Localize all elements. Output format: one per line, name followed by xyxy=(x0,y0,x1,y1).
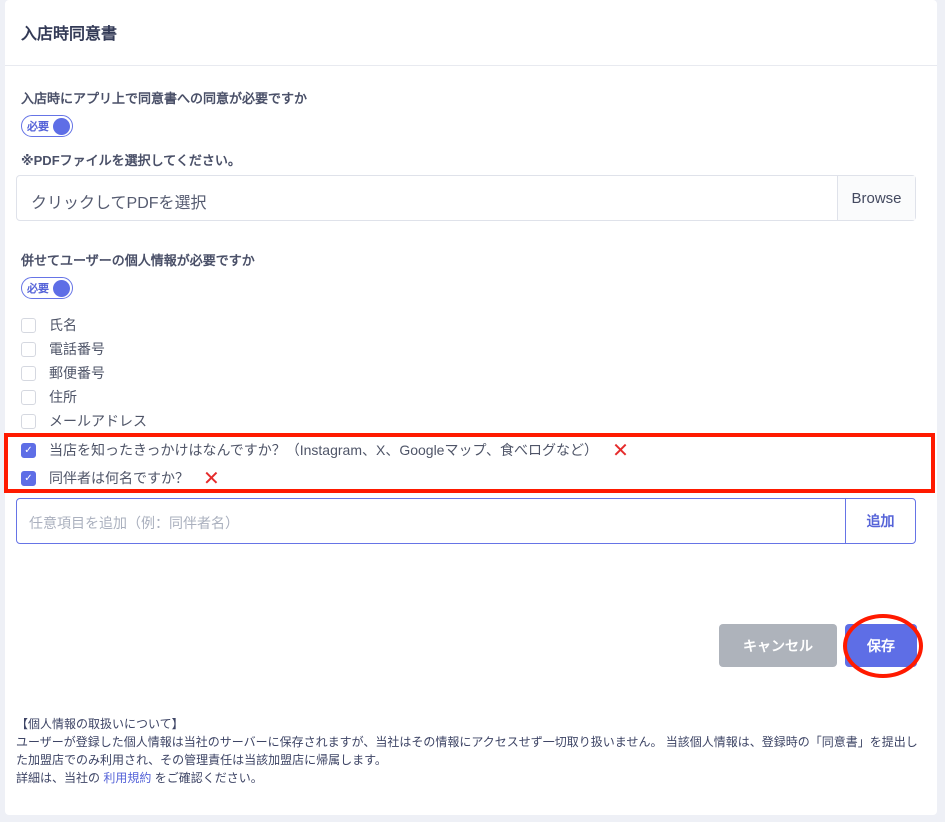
terms-link[interactable]: 利用規約 xyxy=(103,771,151,785)
checkbox[interactable] xyxy=(21,365,36,381)
page-title: 入店時同意書 xyxy=(5,0,937,66)
field-label: 氏名 xyxy=(49,317,77,333)
checkbox[interactable] xyxy=(21,317,36,333)
field-label: 住所 xyxy=(49,389,77,405)
detail-suffix: をご確認ください。 xyxy=(154,771,263,785)
highlight-circle xyxy=(843,614,923,678)
toggle-label: 必要 xyxy=(27,283,49,295)
field-label: 電話番号 xyxy=(49,341,105,357)
toggle-knob xyxy=(53,279,70,297)
pdf-label: ※PDFファイルを選択してください。 xyxy=(21,153,241,168)
notice-detail: 詳細は、当社の 利用規約 をご確認ください。 xyxy=(16,769,921,787)
add-item-input[interactable]: 任意項目を追加（例：同伴者名） xyxy=(17,499,845,543)
notice-title: 【個人情報の取扱いについて】 xyxy=(16,717,184,731)
browse-button[interactable]: Browse xyxy=(837,176,915,220)
pdf-placeholder: クリックしてPDFを選択 xyxy=(31,195,207,212)
field-phone[interactable]: 電話番号 xyxy=(21,337,147,361)
pdf-file-input[interactable]: クリックしてPDFを選択 Browse xyxy=(16,175,916,221)
checkbox[interactable] xyxy=(21,341,36,357)
detail-prefix: 詳細は、当社の xyxy=(16,771,101,785)
toggle-knob xyxy=(53,117,70,135)
consent-question: 入店時にアプリ上で同意書への同意が必要ですか xyxy=(21,91,308,106)
toggle-label: 必要 xyxy=(27,121,49,133)
field-name[interactable]: 氏名 xyxy=(21,313,147,337)
field-email[interactable]: メールアドレス xyxy=(21,409,147,433)
cancel-button[interactable]: キャンセル xyxy=(719,624,837,667)
privacy-notice: 【個人情報の取扱いについて】 ユーザーが登録した個人情報は当社のサーバーに保存さ… xyxy=(16,715,921,787)
field-postal[interactable]: 郵便番号 xyxy=(21,361,147,385)
add-item-field: 任意項目を追加（例：同伴者名） 追加 xyxy=(16,498,916,544)
checkbox[interactable] xyxy=(21,389,36,405)
personal-info-question: 併せてユーザーの個人情報が必要ですか xyxy=(21,253,255,268)
highlight-box xyxy=(4,433,935,493)
field-address[interactable]: 住所 xyxy=(21,385,147,409)
personal-fields-list: 氏名 電話番号 郵便番号 住所 メールアドレス xyxy=(21,313,147,433)
personal-info-toggle[interactable]: 必要 xyxy=(21,277,73,299)
field-label: 郵便番号 xyxy=(49,365,105,381)
consent-required-toggle[interactable]: 必要 xyxy=(21,115,73,137)
add-button[interactable]: 追加 xyxy=(845,499,915,543)
field-label: メールアドレス xyxy=(49,413,147,429)
checkbox[interactable] xyxy=(21,413,36,429)
notice-body: ユーザーが登録した個人情報は当社のサーバーに保存されますが、当社はその情報にアク… xyxy=(16,735,918,767)
